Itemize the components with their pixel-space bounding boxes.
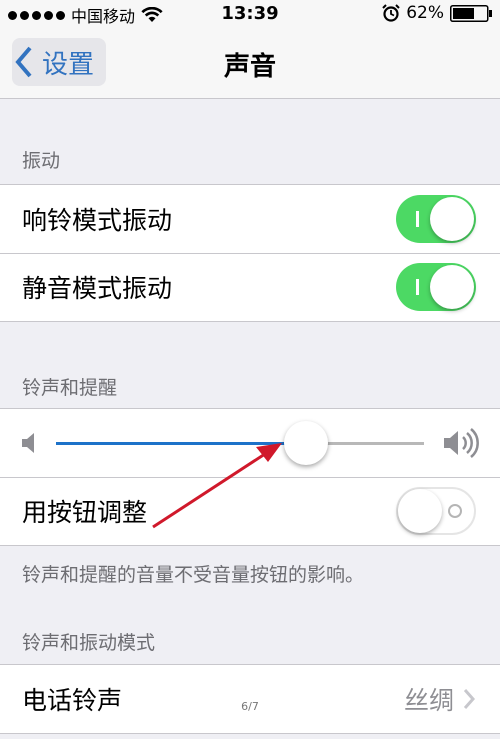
vibrate-on-silent-row: 静音模式振动: [0, 253, 500, 321]
page-title: 声音: [223, 52, 276, 82]
ringer-volume-row: [0, 409, 500, 477]
section-header-vibrate: 振动: [22, 150, 61, 172]
change-with-buttons-label: 用按钮调整: [22, 498, 148, 527]
patterns-group: 电话铃声 丝绸: [0, 664, 500, 734]
section-header-ringer: 铃声和提醒: [22, 377, 118, 399]
vibrate-on-silent-label: 静音模式振动: [22, 274, 173, 303]
vibrate-on-ring-row: 响铃模式振动: [0, 185, 500, 253]
section-header-patterns: 铃声和振动模式: [22, 632, 156, 654]
volume-slider-track[interactable]: [56, 442, 424, 445]
battery-percent: 62%: [406, 3, 444, 23]
navigation-bar: 设置 声音: [0, 28, 500, 99]
vibrate-on-ring-label: 响铃模式振动: [22, 206, 173, 235]
status-bar: 中国移动 13:39 62%: [0, 0, 500, 28]
volume-slider-fill: [56, 442, 307, 445]
vibrate-group: 响铃模式振动 静音模式振动: [0, 184, 500, 322]
ringer-group: 用按钮调整: [0, 408, 500, 546]
change-with-buttons-row: 用按钮调整: [0, 477, 500, 545]
volume-low-icon: [22, 433, 34, 453]
battery-icon: [450, 4, 492, 22]
vibrate-on-silent-switch[interactable]: [396, 263, 476, 311]
ringer-footer-note: 铃声和提醒的音量不受音量按钮的影响。: [22, 564, 365, 586]
ringtone-row[interactable]: 电话铃声 丝绸: [0, 665, 500, 733]
page-indicator: 6/7: [241, 700, 259, 713]
volume-high-icon: [444, 428, 479, 458]
vibrate-on-ring-switch[interactable]: [396, 195, 476, 243]
alarm-icon: [382, 4, 400, 22]
change-with-buttons-switch[interactable]: [396, 487, 476, 535]
volume-slider-thumb[interactable]: [284, 421, 329, 465]
